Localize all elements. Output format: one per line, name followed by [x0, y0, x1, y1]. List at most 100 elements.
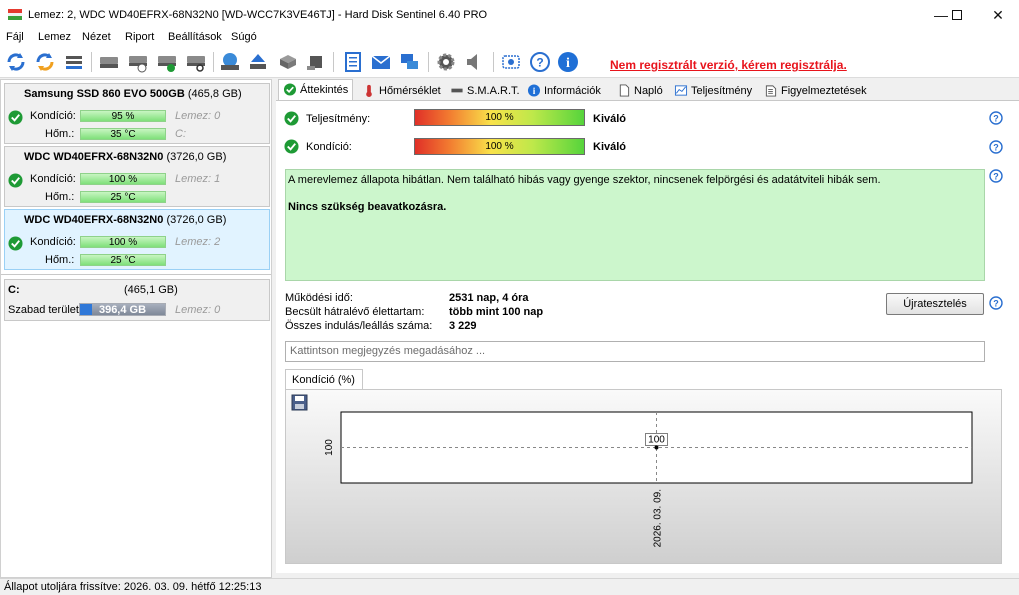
- retest-button[interactable]: Újratesztelés: [886, 293, 984, 315]
- disk-index: Lemez: 0: [175, 110, 221, 122]
- performance-label: Teljesítmény:: [306, 113, 371, 125]
- tab-performance[interactable]: Teljesítmény: [670, 81, 756, 101]
- network-icon[interactable]: [398, 51, 420, 73]
- eject-disk-icon[interactable]: [247, 51, 269, 73]
- remaining-life-label: Becsült hátralévő élettartam:: [285, 306, 425, 318]
- condition-rating: Kiváló: [593, 141, 627, 153]
- tab-temperature[interactable]: Hőmérséklet: [358, 81, 445, 101]
- help-icon[interactable]: ?: [989, 296, 1003, 310]
- disk-item[interactable]: Samsung SSD 860 EVO 500GB (465,8 GB) Kon…: [4, 83, 270, 144]
- smart-icon: [451, 88, 463, 93]
- svg-text:?: ?: [993, 114, 999, 124]
- menu-view[interactable]: Nézet: [82, 31, 111, 43]
- globe-disk-icon[interactable]: [219, 51, 241, 73]
- disk-index: Lemez: 2: [175, 236, 221, 248]
- condition-chart-panel: 100 100 2026. 03. 09.: [285, 389, 1002, 564]
- disk-check-icon[interactable]: [156, 51, 178, 73]
- report-icon[interactable]: [342, 51, 364, 73]
- disk-search-icon[interactable]: [185, 51, 207, 73]
- disk-model: WDC WD40EFRX-68N32N0: [24, 151, 164, 163]
- last-updated: Állapot utoljára frissítve: 2026. 03. 09…: [4, 581, 262, 593]
- check-icon: [283, 83, 297, 96]
- data-point: [654, 445, 659, 450]
- disk-name: WDC WD40EFRX-68N32N0 (3726,0 GB): [24, 151, 226, 163]
- uptime-label: Működési idő:: [285, 292, 353, 304]
- tab-smart[interactable]: S.M.A.R.T.: [446, 81, 524, 101]
- partition-item[interactable]: C: (465,1 GB) Szabad terület 396,4 GB Le…: [4, 279, 270, 321]
- tab-label: Teljesítmény: [691, 85, 753, 97]
- menu-help[interactable]: Súgó: [231, 31, 257, 43]
- tab-label: Hőmérséklet: [379, 85, 441, 97]
- disk-size: (465,8 GB): [187, 88, 242, 100]
- start-stop-label: Összes indulás/leállás száma:: [285, 320, 433, 332]
- check-icon: [8, 173, 23, 188]
- list-icon[interactable]: [63, 51, 85, 73]
- refresh-icon[interactable]: [5, 51, 27, 73]
- disk-model: WDC WD40EFRX-68N32N0: [24, 214, 164, 226]
- menu-report[interactable]: Riport: [125, 31, 154, 43]
- divider: [1, 274, 271, 275]
- temperature-label: Hőm.:: [45, 128, 75, 140]
- chart-tab-condition[interactable]: Kondíció (%): [285, 369, 363, 390]
- unregistered-link[interactable]: Nem regisztrált verzió, kérem regisztrál…: [610, 58, 847, 72]
- menu-settings[interactable]: Beállítások: [168, 31, 222, 43]
- mail-icon[interactable]: [370, 51, 392, 73]
- disk-icon[interactable]: [98, 51, 120, 73]
- usb-drive-icon[interactable]: [304, 51, 326, 73]
- chart-icon: [674, 85, 688, 96]
- tab-label: Figyelmeztetések: [781, 85, 867, 97]
- window-title: Lemez: 2, WDC WD40EFRX-68N32N0 [WD-WCC7K…: [28, 9, 488, 21]
- help-icon[interactable]: ?: [529, 51, 551, 73]
- x-tick-label: 2026. 03. 09.: [653, 489, 664, 547]
- help-icon[interactable]: ?: [989, 140, 1003, 154]
- maximize-button[interactable]: [934, 0, 980, 30]
- drive-icon[interactable]: [277, 51, 299, 73]
- help-icon[interactable]: ?: [989, 169, 1003, 183]
- gear-icon[interactable]: [435, 51, 457, 73]
- temperature-bar: 35 °C: [80, 128, 166, 140]
- close-button[interactable]: ✕: [975, 0, 1019, 30]
- disk-size: (3726,0 GB): [166, 151, 227, 163]
- free-space-label: Szabad terület: [8, 304, 79, 316]
- y-tick-label: 100: [324, 439, 335, 456]
- tab-warnings[interactable]: Figyelmeztetések: [760, 81, 871, 101]
- note-input[interactable]: Kattintson megjegyzés megadásához ...: [285, 341, 985, 362]
- free-space-value: 396,4 GB: [98, 304, 147, 316]
- temperature-label: Hőm.:: [45, 191, 75, 203]
- info-icon[interactable]: i: [557, 51, 579, 73]
- condition-label: Kondíció:: [30, 110, 76, 122]
- condition-label: Kondíció:: [306, 141, 352, 153]
- drive-letter: C:: [175, 128, 186, 140]
- condition-label: Kondíció:: [30, 236, 76, 248]
- thermometer-icon: [366, 84, 372, 97]
- info-icon: i: [527, 84, 541, 97]
- toolbar-separator: [493, 52, 494, 72]
- tab-log[interactable]: Napló: [613, 81, 667, 101]
- toolbar-separator: [333, 52, 334, 72]
- uptime-value: 2531 nap, 4 óra: [449, 292, 529, 304]
- menu-disk[interactable]: Lemez: [38, 31, 71, 43]
- screenshot-icon[interactable]: [500, 51, 522, 73]
- sound-icon[interactable]: [463, 51, 485, 73]
- tab-information[interactable]: i Információk: [523, 81, 605, 101]
- tab-overview[interactable]: Áttekintés: [278, 79, 354, 101]
- toolbar: ? i Nem regisztrált verzió, kérem regisz…: [0, 46, 1019, 78]
- svg-text:?: ?: [993, 143, 999, 153]
- condition-bar: 95 %: [80, 110, 166, 122]
- disk-item[interactable]: WDC WD40EFRX-68N32N0 (3726,0 GB) Kondíci…: [4, 146, 270, 207]
- condition-label: Kondíció:: [30, 173, 76, 185]
- toolbar-separator: [428, 52, 429, 72]
- disk-size: (3726,0 GB): [166, 214, 227, 226]
- disk-schedule-icon[interactable]: [127, 51, 149, 73]
- refresh-all-icon[interactable]: [34, 51, 56, 73]
- disk-index: Lemez: 1: [175, 173, 221, 185]
- check-icon: [284, 111, 299, 126]
- disk-model: Samsung SSD 860 EVO 500GB: [24, 88, 185, 100]
- svg-text:i: i: [566, 56, 570, 71]
- condition-bar: 100 %: [414, 138, 585, 155]
- disk-item-selected[interactable]: WDC WD40EFRX-68N32N0 (3726,0 GB) Kondíci…: [4, 209, 270, 270]
- menu-file[interactable]: Fájl: [6, 31, 24, 43]
- help-icon[interactable]: ?: [989, 111, 1003, 125]
- status-description: A merevlemez állapota hibátlan. Nem talá…: [288, 174, 881, 186]
- performance-rating: Kiváló: [593, 113, 627, 125]
